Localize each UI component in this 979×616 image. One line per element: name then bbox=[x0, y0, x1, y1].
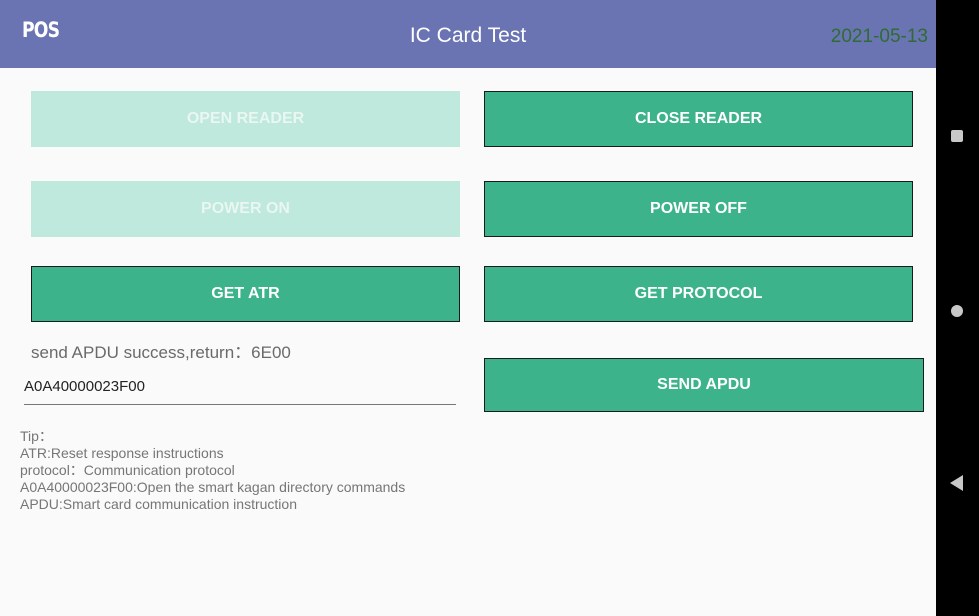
power-off-button[interactable]: POWER OFF bbox=[484, 181, 913, 237]
tips-block: Tip： ATR:Reset response instructions pro… bbox=[20, 428, 405, 513]
tip-command: A0A40000023F00:Open the smart kagan dire… bbox=[20, 479, 406, 495]
date-label: 2021-05-13 bbox=[830, 26, 928, 47]
home-icon[interactable] bbox=[951, 305, 963, 317]
power-on-button[interactable]: POWER ON bbox=[31, 181, 460, 237]
send-apdu-button[interactable]: SEND APDU bbox=[484, 358, 924, 412]
tip-atr: ATR:Reset response instructions bbox=[20, 445, 224, 461]
back-icon[interactable] bbox=[950, 475, 963, 491]
get-atr-button[interactable]: GET ATR bbox=[31, 266, 460, 322]
recent-apps-icon[interactable] bbox=[951, 130, 963, 142]
page-title: IC Card Test bbox=[409, 24, 527, 47]
close-reader-button[interactable]: CLOSE READER bbox=[484, 91, 913, 147]
tip-heading: Tip： bbox=[20, 428, 53, 444]
main-content: OPEN READER CLOSE READER POWER ON POWER … bbox=[0, 68, 936, 616]
system-nav-bar bbox=[936, 0, 979, 616]
app-bar: POS IC Card Test 2021-05-13 bbox=[0, 0, 936, 68]
tip-apdu: APDU:Smart card communication instructio… bbox=[20, 496, 297, 512]
apdu-input[interactable]: A0A40000023F00 bbox=[24, 372, 456, 405]
status-message: send APDU success,return：6E00 bbox=[31, 343, 291, 362]
tip-protocol: protocol：Communication protocol bbox=[20, 462, 235, 478]
get-protocol-button[interactable]: GET PROTOCOL bbox=[484, 266, 913, 322]
open-reader-button[interactable]: OPEN READER bbox=[31, 91, 460, 147]
